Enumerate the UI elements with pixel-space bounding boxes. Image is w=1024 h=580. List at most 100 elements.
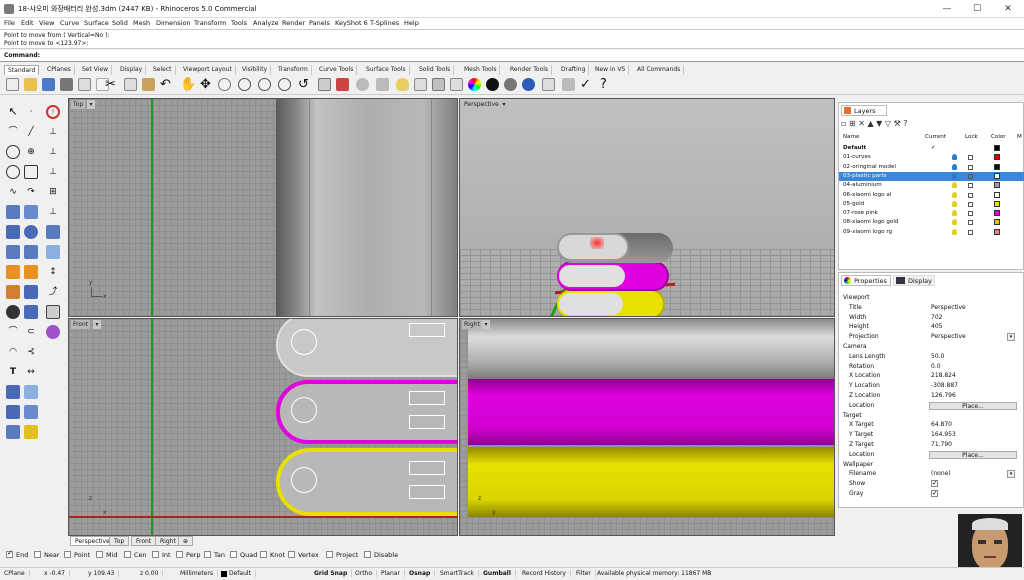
- four-views-icon[interactable]: [318, 78, 331, 91]
- property-section-header[interactable]: Target: [839, 411, 1021, 421]
- filter-icon[interactable]: ▽: [885, 119, 891, 128]
- padlock-icon[interactable]: [968, 211, 973, 217]
- tab-visibility[interactable]: Visibility: [239, 65, 272, 75]
- light-bulb-icon[interactable]: [952, 210, 957, 217]
- layer-color-swatch[interactable]: [994, 172, 1000, 179]
- layers-tab[interactable]: Layers: [841, 105, 887, 116]
- property-value[interactable]: 164.953: [931, 430, 956, 440]
- light-bulb-icon[interactable]: [952, 191, 957, 198]
- cplane-icon[interactable]: ⊥: [46, 125, 60, 139]
- rebuild-icon[interactable]: ⊂: [24, 325, 38, 339]
- osnap-checkbox[interactable]: [364, 551, 371, 558]
- layer-row[interactable]: 06-xiaomi logo al: [839, 191, 1024, 200]
- osnap-checkbox[interactable]: [96, 551, 103, 558]
- property-value[interactable]: 64.870: [931, 420, 952, 430]
- menu-dimension[interactable]: Dimension: [156, 19, 191, 27]
- move-up-icon[interactable]: ▲: [867, 119, 873, 128]
- menu-surface[interactable]: Surface: [84, 19, 109, 27]
- cplane-elevation-icon[interactable]: ⊥: [46, 205, 60, 219]
- dimension-icon[interactable]: ↔: [24, 365, 38, 379]
- osnap-checkbox[interactable]: [152, 551, 159, 558]
- chevron-down-icon[interactable]: ▾: [93, 320, 101, 329]
- boolean-difference-icon[interactable]: [24, 305, 38, 319]
- menu-render[interactable]: Render: [282, 19, 305, 27]
- array-icon[interactable]: [6, 405, 20, 419]
- group-icon[interactable]: [6, 425, 20, 439]
- options-icon[interactable]: [542, 78, 555, 91]
- materials-sphere-icon[interactable]: [504, 78, 517, 91]
- environment-sphere-icon[interactable]: [522, 78, 535, 91]
- property-value[interactable]: 50.0: [931, 352, 944, 362]
- viewport-front[interactable]: Front ▾ z x: [68, 318, 458, 536]
- chevron-down-icon[interactable]: ▾: [87, 100, 95, 109]
- select-arrow-icon[interactable]: ↖: [6, 105, 20, 119]
- layer-row[interactable]: 08-xiaomi logo gold: [839, 218, 1024, 227]
- property-value[interactable]: 126.796: [931, 391, 956, 401]
- padlock-icon[interactable]: [968, 155, 973, 161]
- new-layer-icon[interactable]: ▫: [841, 119, 846, 128]
- osnap-icon[interactable]: [336, 78, 349, 91]
- display-mode-icon[interactable]: [450, 78, 463, 91]
- layer-color-swatch[interactable]: [994, 154, 1000, 161]
- move-down-icon[interactable]: ▼: [876, 119, 882, 128]
- layer-row[interactable]: 09-xiaomi logo rg: [839, 228, 1024, 237]
- rotate-view-icon[interactable]: [218, 78, 231, 91]
- help-icon[interactable]: ?: [600, 78, 613, 91]
- viewport-label-front[interactable]: Front: [71, 320, 91, 329]
- curve-icon[interactable]: ∿: [6, 185, 20, 199]
- viewport-top[interactable]: Top ▾ y x: [68, 98, 458, 317]
- tab-standard[interactable]: Standard: [4, 65, 40, 75]
- osnap-checkbox[interactable]: [230, 551, 237, 558]
- block-icon[interactable]: [24, 425, 38, 439]
- property-value[interactable]: -308.887: [931, 381, 958, 391]
- menu-tools[interactable]: Tools: [231, 19, 247, 27]
- menu-file[interactable]: File: [4, 19, 15, 27]
- menu-view[interactable]: View: [39, 19, 54, 27]
- help-icon[interactable]: ?: [903, 119, 907, 128]
- viewport-perspective[interactable]: Perspective ▾: [459, 98, 835, 317]
- freeform-curve-icon[interactable]: ↷: [24, 185, 38, 199]
- extrude-icon[interactable]: [6, 245, 20, 259]
- tab-select[interactable]: Select: [150, 65, 176, 75]
- mesh-icon[interactable]: [6, 385, 20, 399]
- light-bulb-icon[interactable]: [396, 78, 409, 91]
- property-value[interactable]: 405: [931, 322, 942, 332]
- ortho-toggle[interactable]: Ortho: [355, 570, 378, 577]
- box-icon[interactable]: [6, 225, 20, 239]
- padlock-icon[interactable]: [968, 201, 973, 207]
- rectangle-icon[interactable]: [24, 165, 38, 179]
- menu-analyze[interactable]: Analyze: [253, 19, 279, 27]
- menu-curve[interactable]: Curve: [60, 19, 79, 27]
- tab-render-tools[interactable]: Render Tools: [507, 65, 553, 75]
- menu-mesh[interactable]: Mesh: [133, 19, 150, 27]
- layer-row[interactable]: 05-gold: [839, 200, 1024, 209]
- cube-view-icon[interactable]: [46, 245, 60, 259]
- stop-icon[interactable]: !: [46, 105, 60, 119]
- layer-icon[interactable]: [414, 78, 427, 91]
- padlock-icon[interactable]: [968, 192, 973, 198]
- tab-all-commands[interactable]: All Commands: [634, 65, 685, 75]
- planar-toggle[interactable]: Planar: [381, 570, 405, 577]
- render-sphere-icon[interactable]: [486, 78, 499, 91]
- gumball-toggle[interactable]: Gumball: [483, 570, 516, 577]
- arc-icon[interactable]: ⊕: [24, 145, 38, 159]
- copy-icon[interactable]: [124, 78, 137, 91]
- analyze-icon[interactable]: [24, 385, 38, 399]
- minimize-button[interactable]: —: [932, 0, 962, 18]
- properties-tab[interactable]: Properties: [841, 275, 891, 286]
- tab-viewport-layout[interactable]: Viewport Layout: [180, 65, 236, 75]
- plane-view-icon[interactable]: [46, 225, 60, 239]
- set-cplane-icon[interactable]: ⊥: [46, 145, 60, 159]
- gumball-icon[interactable]: ⊥: [46, 165, 60, 179]
- properties-box-icon[interactable]: [432, 78, 445, 91]
- tab-solid-tools[interactable]: Solid Tools: [416, 65, 455, 75]
- close-button[interactable]: ✕: [993, 0, 1023, 18]
- boolean-union-icon[interactable]: [6, 305, 20, 319]
- zoom-icon[interactable]: [238, 78, 251, 91]
- osnap-checkbox[interactable]: [124, 551, 131, 558]
- loft-icon[interactable]: [24, 205, 38, 219]
- import-icon[interactable]: [78, 78, 91, 91]
- polyline-icon[interactable]: ⌒: [6, 125, 20, 139]
- line-icon[interactable]: ╱: [24, 125, 38, 139]
- toolbox-icon[interactable]: [562, 78, 575, 91]
